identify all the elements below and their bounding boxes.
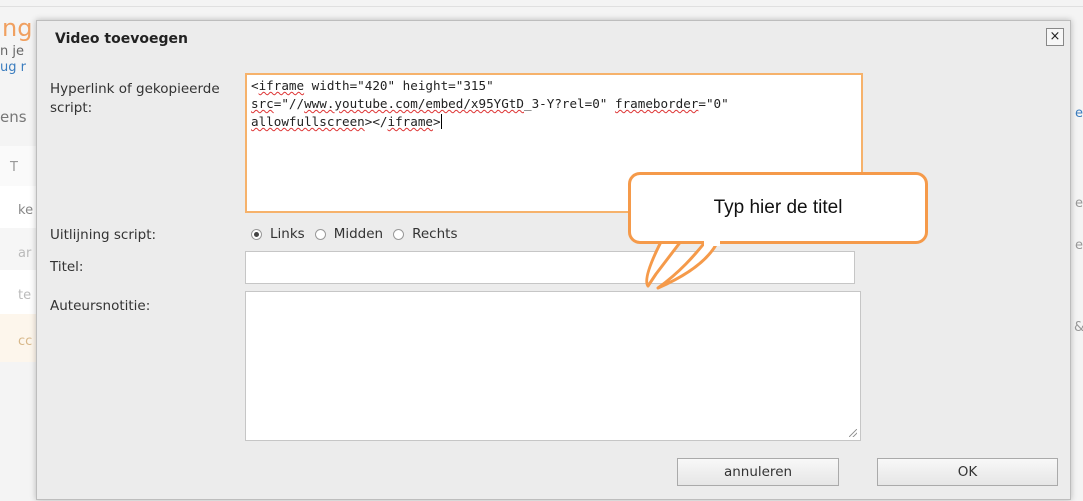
bg-table-header bbox=[0, 146, 36, 186]
dialog-title: Video toevoegen bbox=[55, 31, 188, 47]
callout-pointer-icon bbox=[656, 238, 720, 290]
bg-heading-fragment: ng bbox=[2, 14, 33, 42]
title-label: Titel: bbox=[50, 259, 84, 275]
note-label: Auteursnotitie: bbox=[50, 298, 151, 314]
cancel-button[interactable]: annuleren bbox=[677, 458, 839, 486]
background-divider bbox=[0, 6, 1083, 7]
text-caret bbox=[440, 114, 442, 129]
radio-midden[interactable] bbox=[314, 228, 326, 240]
title-input[interactable] bbox=[245, 251, 855, 284]
bg-row-text: cc bbox=[18, 334, 33, 349]
alignment-label: Uitlijning script: bbox=[50, 227, 157, 243]
alignment-radio-group: Links Midden Rechts bbox=[251, 226, 467, 242]
bg-link-fragment: ug r bbox=[0, 60, 26, 75]
bg-row-text: ar bbox=[18, 246, 32, 261]
script-text: <iframe width="420" height="315" src="//… bbox=[251, 78, 729, 129]
bg-right-fragment: e bbox=[1075, 106, 1083, 121]
ok-button[interactable]: OK bbox=[877, 458, 1058, 486]
bg-right-fragment: e bbox=[1075, 196, 1083, 211]
note-textarea[interactable] bbox=[245, 291, 861, 441]
radio-label-links: Links bbox=[270, 226, 305, 242]
bg-table-header-text: T bbox=[10, 160, 18, 175]
bg-row-text: ke bbox=[18, 203, 34, 218]
radio-rechts[interactable] bbox=[393, 228, 405, 240]
radio-links[interactable] bbox=[251, 228, 262, 240]
bg-text-fragment: n je bbox=[0, 44, 24, 59]
bg-section-fragment: ens bbox=[0, 108, 27, 126]
bg-row-text: te bbox=[18, 288, 32, 303]
callout-bubble: Typ hier de titel bbox=[628, 172, 928, 244]
video-dialog: Video toevoegen × Hyperlink of gekopieer… bbox=[36, 20, 1071, 500]
bg-right-fragment: & bbox=[1074, 320, 1083, 335]
bg-right-fragment: e bbox=[1075, 238, 1083, 253]
radio-label-midden: Midden bbox=[333, 226, 384, 242]
callout-text: Typ hier de titel bbox=[713, 197, 843, 218]
close-icon[interactable]: × bbox=[1046, 28, 1064, 46]
script-label: Hyperlink of gekopieerde script: bbox=[50, 81, 220, 116]
resize-grip-icon[interactable] bbox=[849, 429, 857, 437]
radio-label-rechts: Rechts bbox=[412, 226, 458, 242]
